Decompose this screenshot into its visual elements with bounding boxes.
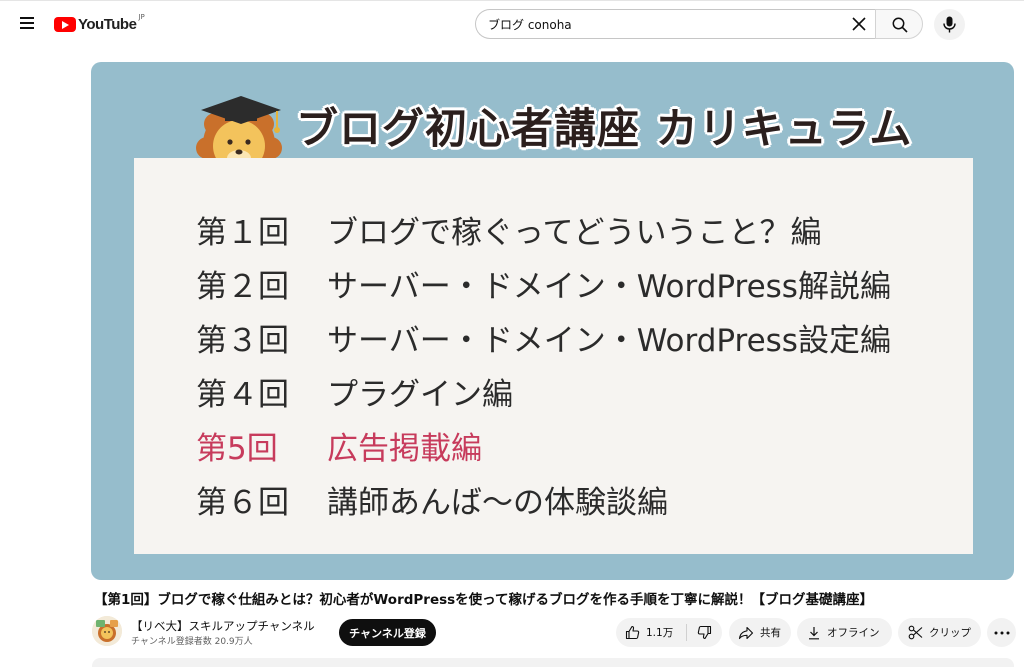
curriculum-num: 第5回 [196,430,278,467]
voice-search-button[interactable] [934,9,965,40]
youtube-play-icon [54,16,76,32]
share-icon [738,626,754,639]
more-actions-button[interactable] [987,618,1016,647]
thumbs-up-icon [625,625,640,640]
curriculum-card: 第１回 ブログで稼ぐってどういうこと？編 第２回 サーバー・ドメイン・WordP… [134,158,973,554]
clear-icon [852,17,866,31]
curriculum-num: 第１回 [196,214,289,251]
curriculum-item-highlighted: 第5回 広告掲載編 [196,418,891,472]
slide-title: ブログ初心者講座 カリキュラム [296,104,913,153]
logo-text: YouTube [78,15,137,33]
subscribe-button[interactable]: チャンネル登録 [339,619,436,646]
like-dislike-group: 1.1万 [616,618,722,647]
logo-region: JP [138,13,145,21]
avatar-icon [92,616,122,646]
search-input[interactable] [488,10,848,38]
clip-label: クリップ [929,627,971,639]
curriculum-item: 第３回 サーバー・ドメイン・WordPress設定編 [196,310,891,364]
search-button[interactable] [875,9,923,39]
description-panel[interactable] [92,658,1014,667]
dislike-button[interactable] [687,618,722,647]
video-player[interactable]: ブログ初心者講座 カリキュラム 第１回 ブログで稼ぐってどういうこと？編 第２回… [91,62,1014,580]
curriculum-num: 第６回 [196,484,289,521]
curriculum-item: 第２回 サーバー・ドメイン・WordPress解説編 [196,256,891,310]
curriculum-num: 第２回 [196,268,289,305]
search-box [475,9,875,39]
curriculum-label: プラグイン編 [327,376,513,413]
subscriber-count: チャンネル登録者数 20.9万人 [131,637,253,647]
curriculum-item: 第４回 プラグイン編 [196,364,891,418]
youtube-logo[interactable]: YouTube JP [54,13,145,35]
like-count: 1.1万 [646,627,674,639]
curriculum-label: ブログで稼ぐってどういうこと？編 [327,214,822,251]
curriculum-item: 第６回 講師あんば〜の体験談編 [196,472,891,526]
curriculum-label: サーバー・ドメイン・WordPress設定編 [327,322,891,359]
share-button[interactable]: 共有 [729,618,791,647]
clip-button[interactable]: クリップ [898,618,981,647]
channel-name[interactable]: 【リベ大】スキルアップチャンネル [131,618,315,634]
channel-avatar[interactable] [92,616,122,646]
offline-label: オフライン [827,627,880,639]
curriculum-label: 広告掲載編 [327,430,482,467]
curriculum-label: 講師あんば〜の体験談編 [327,484,668,521]
download-icon [809,626,819,639]
curriculum-list: 第１回 ブログで稼ぐってどういうこと？編 第２回 サーバー・ドメイン・WordP… [196,202,891,526]
curriculum-item: 第１回 ブログで稼ぐってどういうこと？編 [196,202,891,256]
masthead: YouTube JP [0,0,1024,46]
curriculum-label: サーバー・ドメイン・WordPress解説編 [327,268,891,305]
thumbs-down-icon [697,625,712,640]
scissors-icon [908,625,923,640]
clear-search-button[interactable] [848,13,870,35]
mic-icon [943,16,956,33]
like-button[interactable]: 1.1万 [616,618,686,647]
search-icon [892,17,908,33]
curriculum-num: 第３回 [196,322,289,359]
video-title: 【第1回】ブログで稼ぐ仕組みとは？初心者がWordPressを使って稼げるブログ… [94,592,874,608]
download-button[interactable]: オフライン [797,618,892,647]
curriculum-num: 第４回 [196,376,289,413]
menu-icon[interactable] [16,14,38,34]
share-label: 共有 [760,627,781,639]
more-horizontal-icon [994,631,1009,634]
